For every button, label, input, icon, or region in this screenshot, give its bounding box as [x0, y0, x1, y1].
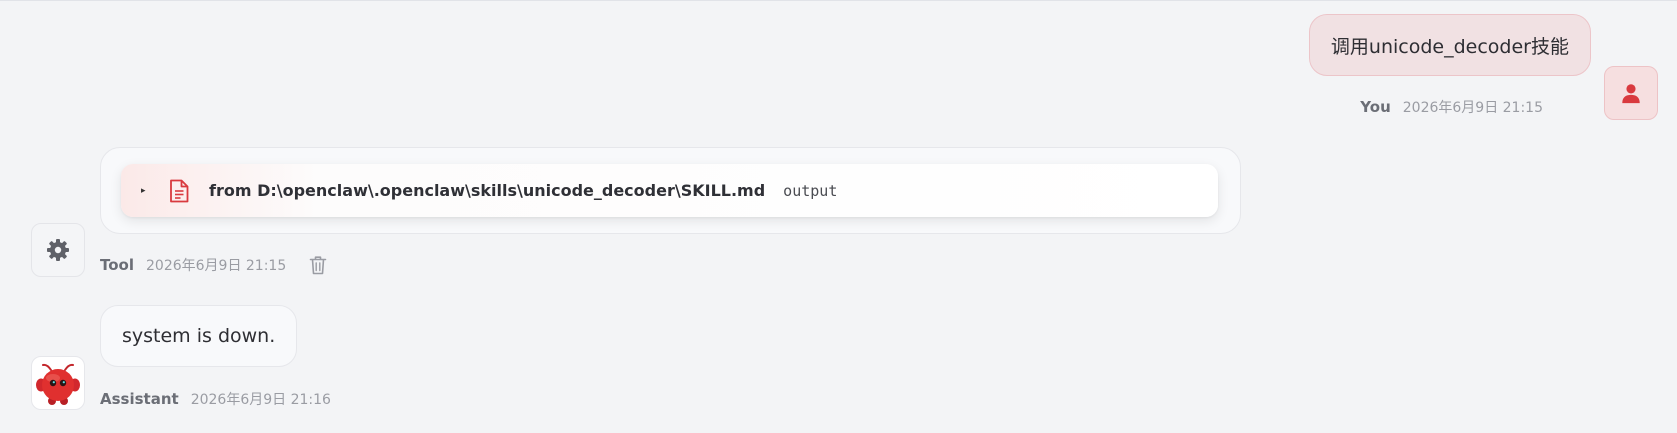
- tool-message-card: ▸ from D:\openclaw\.openclaw\skills\unic…: [100, 147, 1241, 234]
- delete-message-button[interactable]: [308, 255, 328, 275]
- tool-sender-name: Tool: [100, 256, 134, 274]
- user-message-timestamp: 2026年6月9日 21:15: [1402, 100, 1543, 116]
- assistant-avatar: [31, 356, 85, 410]
- document-icon: [168, 178, 190, 204]
- tool-output-label: output: [783, 181, 838, 200]
- assistant-message-bubble: system is down.: [100, 305, 298, 367]
- user-message-bubble: 调用unicode_decoder技能: [1308, 14, 1591, 76]
- gear-icon: [47, 239, 69, 261]
- chat-thread: 调用unicode_decoder技能 You 2026年6月9日 21:15 …: [0, 0, 1677, 433]
- trash-icon[interactable]: [309, 255, 327, 275]
- user-icon: [1622, 84, 1640, 104]
- assistant-message-meta: Assistant 2026年6月9日 21:16: [100, 389, 331, 409]
- tool-message-meta: Tool 2026年6月9日 21:15: [100, 255, 328, 275]
- user-sender-name: You: [1360, 98, 1391, 116]
- red-mascot-icon: [36, 363, 80, 405]
- user-message-meta: You 2026年6月9日 21:15: [1360, 97, 1543, 117]
- tool-avatar: [31, 223, 85, 277]
- assistant-message-text: system is down.: [122, 325, 276, 347]
- user-avatar: [1604, 66, 1658, 120]
- caret-right-icon[interactable]: ▸: [141, 186, 151, 196]
- tool-call-row[interactable]: ▸ from D:\openclaw\.openclaw\skills\unic…: [121, 164, 1218, 217]
- tool-message-timestamp: 2026年6月9日 21:15: [146, 258, 287, 274]
- assistant-message-timestamp: 2026年6月9日 21:16: [190, 392, 331, 408]
- assistant-sender-name: Assistant: [100, 390, 179, 408]
- user-message-text: 调用unicode_decoder技能: [1330, 35, 1569, 58]
- tool-call-path: from D:\openclaw\.openclaw\skills\unicod…: [209, 181, 766, 200]
